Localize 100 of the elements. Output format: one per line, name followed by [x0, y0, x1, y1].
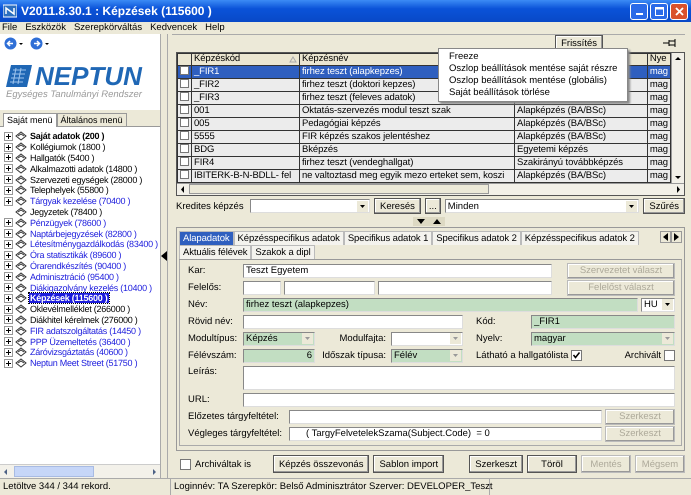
menu-tree-item[interactable]: PPP Üzemeltetés (36400 ): [29, 336, 132, 347]
row-checkbox[interactable]: [180, 144, 189, 153]
tab[interactable]: Alapadatok: [179, 230, 234, 245]
expand-icon[interactable]: [4, 294, 13, 303]
row-checkbox[interactable]: [180, 92, 189, 101]
dropdown[interactable]: magyar: [531, 332, 675, 346]
action-button[interactable]: Sablon import: [373, 455, 444, 474]
expand-icon[interactable]: [4, 304, 13, 314]
row-checkbox[interactable]: [180, 131, 189, 140]
row-checkbox[interactable]: [180, 170, 189, 179]
expand-icon[interactable]: [4, 164, 13, 174]
text-field[interactable]: ( TargyFelvetelekSzama(Subject.Code) = 0: [289, 426, 602, 441]
dropdown[interactable]: [250, 199, 370, 214]
expand-icon[interactable]: [4, 261, 13, 270]
search-button[interactable]: Keresés: [374, 198, 421, 214]
vertical-scrollbar[interactable]: [671, 52, 684, 183]
menu-tree-item[interactable]: Saját adatok (200 ): [29, 131, 106, 142]
horizontal-scrollbar[interactable]: [0, 464, 160, 478]
collapse-down-button[interactable]: [412, 216, 428, 226]
menu-item[interactable]: Help: [205, 22, 225, 34]
table-row[interactable]: 005 Pedagógiai képzés Alapképzés (BA/BSc) mag: [178, 117, 670, 130]
menu-item[interactable]: File: [2, 22, 18, 34]
splitter-handle[interactable]: [160, 34, 168, 478]
menu-tree-item[interactable]: Órarendkészítés (90400 ): [29, 260, 128, 271]
tab[interactable]: Aktuális félévek: [179, 244, 252, 259]
menu-tree-item[interactable]: Szervezeti egységek (28000 ): [29, 174, 144, 185]
text-field[interactable]: _FIR1: [531, 314, 675, 329]
expand-icon[interactable]: [4, 142, 13, 152]
expand-icon[interactable]: [4, 186, 13, 195]
more-button[interactable]: ...: [424, 198, 441, 214]
text-field[interactable]: Teszt Egyetem: [243, 264, 552, 278]
expand-icon[interactable]: [4, 196, 13, 206]
column-header[interactable]: Nye: [647, 53, 670, 66]
menu-tree-item[interactable]: Záróvizsgáztatás (40600 ): [29, 347, 129, 358]
table-row[interactable]: 5555 FIR képzés szakos jelentéshez Alapképzés (BA/BSc) mag: [178, 130, 670, 144]
menu-item[interactable]: Eszközök: [25, 22, 66, 34]
menu-tree-item[interactable]: Naptárbejegyzések (82800 ): [29, 228, 138, 239]
row-checkbox[interactable]: [180, 66, 189, 75]
menu-tree-item[interactable]: Diákhitel kérelmek (276000 ): [29, 314, 139, 325]
expand-icon[interactable]: [4, 326, 13, 336]
expand-icon[interactable]: [4, 218, 13, 228]
checkbox[interactable]: [664, 350, 675, 362]
expand-icon[interactable]: [4, 250, 13, 260]
maximize-button[interactable]: [650, 2, 668, 20]
expand-icon[interactable]: [4, 283, 13, 292]
column-header[interactable]: Képzéskód: [192, 53, 300, 66]
table-row[interactable]: FIR4 firhez teszt (vendeghallgat) Szakirányú továbbképzés mag: [178, 156, 670, 170]
expand-icon[interactable]: [4, 153, 13, 162]
action-button[interactable]: Töröl: [527, 455, 577, 474]
menu-tree-item[interactable]: FIR adatszolgáltatás (14450 ): [29, 326, 142, 336]
table-row[interactable]: 001 Oktatás-szervezés modul teszt szak Alapképzés (BA/BSc) mag: [178, 104, 670, 118]
minimize-button[interactable]: [630, 2, 648, 20]
tab[interactable]: Képzésspecifikus adatok: [234, 230, 344, 245]
tab[interactable]: Specifikus adatok 1: [344, 230, 432, 245]
row-checkbox[interactable]: [180, 118, 189, 127]
menu-tree-item[interactable]: Neptun Meet Street (51750 ): [29, 358, 138, 368]
row-checkbox[interactable]: [180, 105, 189, 114]
menu-tree-item[interactable]: Adminisztráció (95400 ): [29, 272, 120, 282]
menu-tree-item[interactable]: Oklevélmelléklet (266000 ): [29, 304, 132, 314]
back-button[interactable]: [4, 36, 24, 50]
text-field[interactable]: [243, 314, 463, 329]
menu-tree-item[interactable]: Diákigazolvány kezelés (10400 ): [29, 282, 153, 293]
dropdown[interactable]: Félév: [391, 348, 463, 363]
menu-tree-item[interactable]: Alkalmazotti adatok (14800 ): [29, 164, 138, 174]
collapse-up-button[interactable]: [428, 216, 444, 226]
table-row[interactable]: BDG Bképzés Egyetemi képzés mag: [178, 143, 670, 156]
action-button[interactable]: Szerkeszt: [469, 455, 523, 474]
text-field[interactable]: [243, 392, 675, 407]
row-checkbox[interactable]: [180, 79, 189, 88]
text-field[interactable]: [289, 410, 602, 424]
menu-tree-item[interactable]: Telephelyek (55800 ): [29, 185, 110, 196]
tab[interactable]: Szakok a dipl: [251, 244, 315, 259]
sidebar-tab[interactable]: Saját menü: [3, 113, 57, 127]
dropdown[interactable]: [391, 332, 463, 346]
menu-tree-item[interactable]: Kollégiumok (1800 ): [29, 142, 106, 152]
expand-icon[interactable]: [4, 132, 13, 141]
menu-tree-item[interactable]: Képzések (115600 ): [29, 293, 109, 304]
expand-icon[interactable]: [4, 229, 13, 238]
menu-tree-item[interactable]: Létesítménygazdálkodás (83400 ): [29, 239, 159, 250]
checkbox[interactable]: [571, 350, 582, 362]
expand-icon[interactable]: [4, 358, 13, 368]
sidebar-tab[interactable]: Általános menü: [56, 113, 127, 126]
expand-icon[interactable]: [4, 175, 13, 184]
menu-item[interactable]: Kedvencek: [150, 22, 198, 34]
table-row[interactable]: IBITERK-B-N-BDLL- fel ne valtoztasd meg egyik mezo erteket sem, koszi Alapképzés (BA/BSc) mag: [178, 169, 670, 182]
pin-icon[interactable]: [663, 38, 677, 48]
menu-tree-item[interactable]: Óra statisztikák (89600 ): [29, 250, 122, 260]
close-button[interactable]: [670, 2, 688, 20]
menu-tree-item[interactable]: Hallgatók (5400 ): [29, 152, 96, 163]
expand-icon[interactable]: [4, 240, 13, 249]
checkbox[interactable]: [180, 458, 191, 470]
tab[interactable]: Specifikus adatok 2: [432, 230, 521, 245]
dropdown[interactable]: Minden: [444, 199, 640, 214]
expand-icon[interactable]: [4, 348, 13, 357]
tab-scroll-right-button[interactable]: [671, 230, 682, 243]
action-button[interactable]: Képzés összevonás: [272, 455, 370, 474]
menu-item[interactable]: Szerepkörváltás: [74, 22, 142, 34]
horizontal-scrollbar[interactable]: [177, 182, 684, 195]
menu-tree-item[interactable]: Pénzügyek (78600 ): [29, 218, 108, 228]
tab-scroll-left-button[interactable]: [660, 230, 671, 243]
